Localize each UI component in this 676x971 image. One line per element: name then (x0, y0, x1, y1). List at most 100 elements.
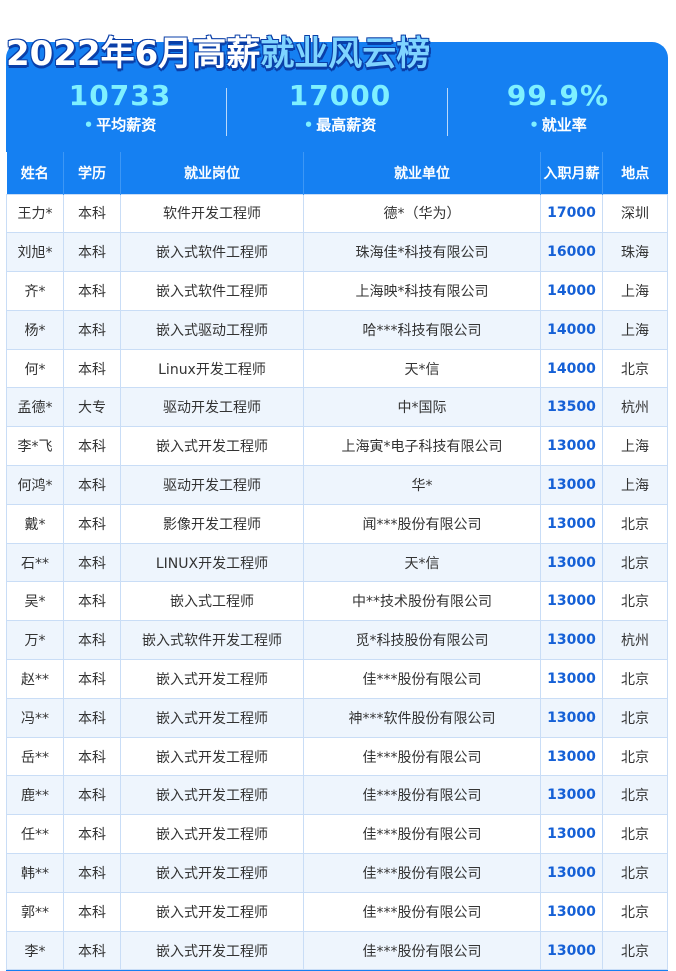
header-salary: 入职月薪 (540, 152, 603, 194)
cell-position: 嵌入式开发工程师 (120, 697, 304, 738)
stat-average-salary: 10733 • 平均薪资 (10, 80, 230, 136)
table-row: 王力* 本科 软件开发工程师 德*（华为） 17000 深圳 (6, 193, 668, 234)
header-location: 地点 (602, 152, 668, 194)
cell-name: 何鸿* (6, 465, 64, 505)
cell-education: 本科 (63, 853, 121, 893)
cell-position: 嵌入式开发工程师 (120, 814, 304, 855)
cell-education: 本科 (63, 581, 121, 622)
cell-education: 本科 (63, 542, 121, 583)
cell-location: 北京 (602, 581, 668, 622)
cell-salary: 13500 (540, 387, 603, 428)
title-part-2: 就业风云榜 (260, 34, 431, 74)
cell-position: LINUX开发工程师 (120, 542, 304, 583)
cell-education: 本科 (63, 736, 121, 777)
cell-salary: 13000 (540, 542, 603, 583)
cell-employer: 佳***股份有限公司 (303, 775, 541, 816)
table-row: 孟德* 大专 驱动开发工程师 中*国际 13500 杭州 (6, 387, 668, 428)
cell-salary: 13000 (540, 736, 603, 777)
cell-name: 吴* (6, 581, 64, 622)
cell-location: 北京 (602, 775, 668, 816)
cell-employer: 哈***科技有限公司 (303, 309, 541, 350)
cell-employer: 佳***股份有限公司 (303, 736, 541, 777)
cell-employer: 觅*科技股份有限公司 (303, 620, 541, 661)
cell-position: 软件开发工程师 (120, 193, 304, 234)
cell-position: 嵌入式开发工程师 (120, 426, 304, 467)
cell-position: 嵌入式开发工程师 (120, 736, 304, 777)
cell-employer: 神***软件股份有限公司 (303, 697, 541, 738)
stat-label: • 最高薪资 (303, 116, 377, 134)
cell-salary: 13000 (540, 697, 603, 738)
header-education: 学历 (63, 152, 121, 194)
table-row: 齐* 本科 嵌入式软件工程师 上海映*科技有限公司 14000 上海 (6, 271, 668, 311)
cell-employer: 天*信 (303, 348, 541, 389)
cell-education: 本科 (63, 271, 121, 311)
cell-employer: 德*（华为） (303, 193, 541, 234)
cell-position: 嵌入式软件工程师 (120, 271, 304, 311)
table-row: 杨* 本科 嵌入式驱动工程师 哈***科技有限公司 14000 上海 (6, 309, 668, 350)
cell-location: 上海 (602, 309, 668, 350)
bullet-icon: • (303, 116, 314, 134)
cell-salary: 13000 (540, 620, 603, 661)
cell-salary: 14000 (540, 309, 603, 350)
cell-salary: 13000 (540, 659, 603, 699)
cell-name: 李* (6, 930, 64, 971)
cell-position: 驱动开发工程师 (120, 387, 304, 428)
cell-name: 郭** (6, 891, 64, 932)
stat-max-salary: 17000 • 最高薪资 (230, 80, 450, 136)
cell-name: 鹿** (6, 775, 64, 816)
cell-education: 本科 (63, 620, 121, 661)
cell-employer: 佳***股份有限公司 (303, 814, 541, 855)
cell-education: 本科 (63, 891, 121, 932)
cell-location: 杭州 (602, 620, 668, 661)
cell-position: 影像开发工程师 (120, 503, 304, 544)
cell-salary: 13000 (540, 465, 603, 505)
cell-salary: 13000 (540, 853, 603, 893)
cell-location: 北京 (602, 814, 668, 855)
cell-position: 嵌入式开发工程师 (120, 891, 304, 932)
title-part-1: 2022年6月高薪 (6, 34, 261, 74)
cell-education: 本科 (63, 814, 121, 855)
cell-position: Linux开发工程师 (120, 348, 304, 389)
cell-education: 本科 (63, 426, 121, 467)
table-row: 岳** 本科 嵌入式开发工程师 佳***股份有限公司 13000 北京 (6, 736, 668, 777)
cell-employer: 闻***股份有限公司 (303, 503, 541, 544)
cell-location: 杭州 (602, 387, 668, 428)
cell-location: 北京 (602, 348, 668, 389)
stat-divider (226, 88, 227, 136)
cell-location: 深圳 (602, 193, 668, 234)
cell-salary: 13000 (540, 426, 603, 467)
cell-salary: 14000 (540, 271, 603, 311)
cell-position: 嵌入式驱动工程师 (120, 309, 304, 350)
header-position: 就业岗位 (120, 152, 304, 194)
table-row: 冯** 本科 嵌入式开发工程师 神***软件股份有限公司 13000 北京 (6, 697, 668, 738)
table-row: 何* 本科 Linux开发工程师 天*信 14000 北京 (6, 348, 668, 389)
cell-employer: 天*信 (303, 542, 541, 583)
cell-employer: 上海映*科技有限公司 (303, 271, 541, 311)
table-header-row: 姓名 学历 就业岗位 就业单位 入职月薪 地点 (6, 152, 668, 194)
stats-bar: 10733 • 平均薪资 17000 • 最高薪资 99.9% • 就业率 (6, 80, 668, 148)
cell-name: 李*飞 (6, 426, 64, 467)
table-row: 石** 本科 LINUX开发工程师 天*信 13000 北京 (6, 542, 668, 583)
cell-education: 本科 (63, 465, 121, 505)
table-row: 郭** 本科 嵌入式开发工程师 佳***股份有限公司 13000 北京 (6, 891, 668, 932)
cell-education: 本科 (63, 232, 121, 273)
cell-employer: 珠海佳*科技有限公司 (303, 232, 541, 273)
cell-location: 北京 (602, 891, 668, 932)
table-row: 刘旭* 本科 嵌入式软件工程师 珠海佳*科技有限公司 16000 珠海 (6, 232, 668, 273)
cell-employer: 中**技术股份有限公司 (303, 581, 541, 622)
cell-education: 本科 (63, 309, 121, 350)
cell-employer: 佳***股份有限公司 (303, 853, 541, 893)
cell-location: 上海 (602, 271, 668, 311)
table-row: 李* 本科 嵌入式开发工程师 佳***股份有限公司 13000 北京 (6, 930, 668, 971)
cell-name: 冯** (6, 697, 64, 738)
cell-employer: 佳***股份有限公司 (303, 891, 541, 932)
table-row: 鹿** 本科 嵌入式开发工程师 佳***股份有限公司 13000 北京 (6, 775, 668, 816)
stat-value: 99.9% (506, 79, 610, 112)
cell-position: 嵌入式工程师 (120, 581, 304, 622)
cell-name: 戴* (6, 503, 64, 544)
cell-location: 上海 (602, 465, 668, 505)
table-row: 吴* 本科 嵌入式工程师 中**技术股份有限公司 13000 北京 (6, 581, 668, 622)
cell-name: 齐* (6, 271, 64, 311)
cell-salary: 13000 (540, 503, 603, 544)
bullet-icon: • (529, 116, 539, 134)
